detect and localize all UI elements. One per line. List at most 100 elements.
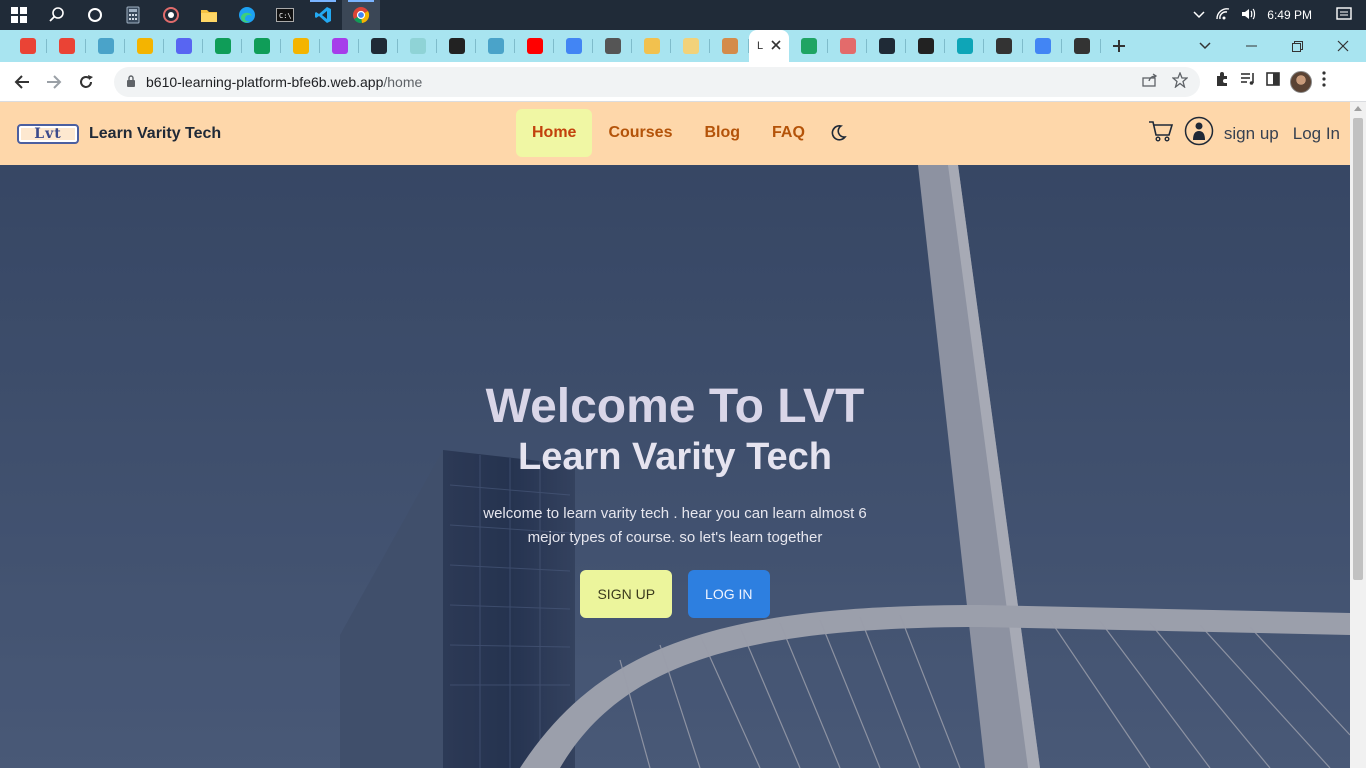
chrome-icon[interactable] [342, 0, 380, 30]
clock-time[interactable]: 6:49 PM [1267, 8, 1312, 22]
browser-tab[interactable] [671, 30, 710, 62]
new-tab-button[interactable] [1101, 30, 1137, 62]
browser-toolbar: b610-learning-platform-bfe6b.web.app/hom… [0, 62, 1366, 102]
browser-tab[interactable] [632, 30, 671, 62]
notifications-icon[interactable] [1336, 6, 1352, 24]
browser-tab[interactable] [789, 30, 828, 62]
cortana-icon[interactable] [76, 0, 114, 30]
back-icon[interactable] [6, 66, 38, 98]
nav-courses[interactable]: Courses [592, 109, 688, 157]
media-controls-icon[interactable] [1240, 72, 1256, 91]
page-scrollbar[interactable] [1350, 102, 1366, 768]
browser-tab[interactable] [554, 30, 593, 62]
hero-subtitle: Learn Varity Tech [518, 436, 832, 478]
chevron-up-icon[interactable] [1193, 8, 1205, 22]
sign-up-link[interactable]: sign up [1224, 124, 1279, 144]
browser-tab[interactable] [906, 30, 945, 62]
browser-tab[interactable] [867, 30, 906, 62]
chrome-menu-icon[interactable] [1322, 71, 1326, 92]
browser-tab[interactable] [515, 30, 554, 62]
windows-start-icon[interactable] [0, 0, 38, 30]
brand[interactable]: Lvt Learn Varity Tech [17, 123, 221, 144]
browser-tab[interactable] [281, 30, 320, 62]
brand-name[interactable]: Learn Varity Tech [89, 125, 221, 143]
moon-icon[interactable] [829, 123, 849, 143]
site-logo[interactable]: Lvt [17, 123, 79, 144]
volume-icon[interactable] [1241, 7, 1257, 24]
minimize-icon[interactable] [1228, 30, 1274, 62]
browser-tab[interactable] [320, 30, 359, 62]
gmail-icon [19, 38, 36, 54]
google-icon [565, 38, 582, 54]
forward-icon[interactable] [38, 66, 70, 98]
browser-tab[interactable] [1062, 30, 1101, 62]
browser-tab[interactable] [828, 30, 867, 62]
hero-description: welcome to learn varity tech . hear you … [483, 505, 867, 546]
browser-tab[interactable] [242, 30, 281, 62]
window-controls [1182, 30, 1366, 62]
windows-taskbar: C:\ 6:49 PM [0, 0, 1366, 30]
browser-tab-strip: L [0, 30, 1366, 62]
browser-tab[interactable] [945, 30, 984, 62]
gmail-icon [58, 38, 75, 54]
github-icon [487, 38, 504, 54]
profile-avatar[interactable] [1290, 70, 1312, 93]
log-in-link[interactable]: Log In [1293, 124, 1340, 144]
log-in-button[interactable]: LOG IN [688, 570, 770, 618]
arrow-icon [839, 38, 856, 54]
google-icon [1034, 38, 1051, 54]
browser-tab[interactable] [710, 30, 749, 62]
lock-icon[interactable] [126, 74, 136, 90]
close-window-icon[interactable] [1320, 30, 1366, 62]
browser-tab[interactable] [47, 30, 86, 62]
coin-icon [682, 38, 699, 54]
search-icon[interactable] [38, 0, 76, 30]
scrollbar-thumb[interactable] [1353, 118, 1363, 580]
reload-icon[interactable] [70, 66, 102, 98]
globe-icon [448, 38, 465, 54]
m-logo-icon [995, 38, 1012, 54]
browser-tab[interactable] [398, 30, 437, 62]
discord-icon [175, 38, 192, 54]
vscode-icon[interactable] [304, 0, 342, 30]
address-bar[interactable]: b610-learning-platform-bfe6b.web.app/hom… [114, 66, 1200, 97]
browser-tab[interactable] [984, 30, 1023, 62]
calculator-icon[interactable] [114, 0, 152, 30]
flower-icon [643, 38, 660, 54]
extensions-icon[interactable] [1214, 71, 1230, 92]
terminal-icon[interactable]: C:\ [266, 0, 304, 30]
nav-home[interactable]: Home [516, 109, 593, 157]
bookmark-star-icon[interactable] [1171, 71, 1189, 91]
browser-tab[interactable] [1023, 30, 1062, 62]
browser-tab[interactable] [476, 30, 515, 62]
browser-tab[interactable] [203, 30, 242, 62]
globe-icon [917, 38, 934, 54]
browser-tab[interactable] [164, 30, 203, 62]
file-explorer-icon[interactable] [190, 0, 228, 30]
nav-faq[interactable]: FAQ [756, 109, 821, 157]
github-icon [97, 38, 114, 54]
sheets-icon [253, 38, 270, 54]
browser-tab[interactable] [593, 30, 632, 62]
react-icon [370, 38, 387, 54]
restore-icon[interactable] [1274, 30, 1320, 62]
media-icon[interactable] [152, 0, 190, 30]
cart-icon[interactable] [1148, 119, 1174, 148]
share-icon[interactable] [1142, 73, 1158, 90]
browser-tab[interactable] [359, 30, 398, 62]
tab-search-icon[interactable] [1182, 30, 1228, 62]
browser-tab-current[interactable]: L [749, 30, 789, 62]
user-profile-icon[interactable] [1184, 116, 1214, 151]
browser-tab[interactable] [125, 30, 164, 62]
browser-tab[interactable] [86, 30, 125, 62]
side-panel-icon[interactable] [1266, 72, 1280, 91]
sign-up-button[interactable]: SIGN UP [580, 570, 673, 618]
browser-tab[interactable] [8, 30, 47, 62]
scroll-up-arrow[interactable] [1354, 106, 1362, 111]
wifi-icon[interactable] [1215, 7, 1231, 24]
edge-icon[interactable] [228, 0, 266, 30]
video-icon [331, 38, 348, 54]
nav-blog[interactable]: Blog [688, 109, 756, 157]
close-tab-icon[interactable] [771, 37, 781, 55]
browser-tab[interactable] [437, 30, 476, 62]
